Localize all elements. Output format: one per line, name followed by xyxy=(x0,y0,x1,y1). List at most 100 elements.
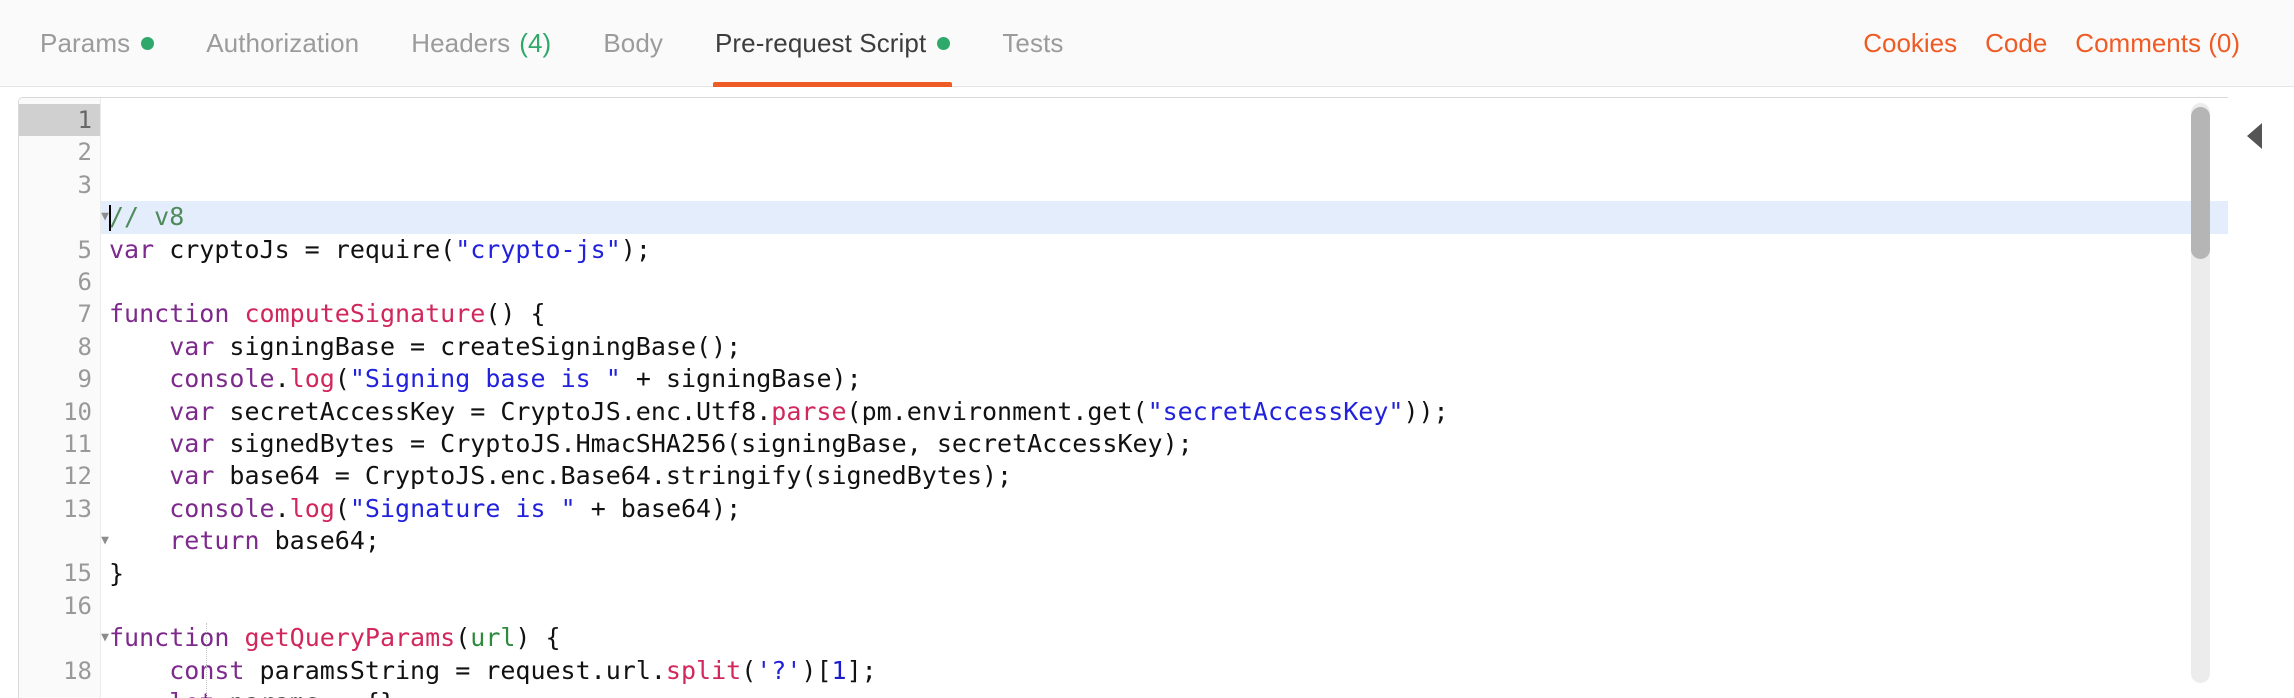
line-number[interactable]: 10 xyxy=(19,396,100,428)
code-token-kw: function xyxy=(109,299,230,329)
code-line[interactable]: function getQueryParams(url) { xyxy=(101,622,2228,654)
code-fold-toggle-icon[interactable]: ▼ xyxy=(97,687,113,698)
line-number[interactable]: ▼ xyxy=(19,525,109,557)
line-number[interactable]: 11 xyxy=(19,428,100,460)
tab-authorization[interactable]: Authorization xyxy=(180,0,385,87)
line-number[interactable]: 3 xyxy=(19,169,100,201)
code-line[interactable] xyxy=(101,590,2228,622)
line-number[interactable]: 9 xyxy=(19,363,100,395)
code-token-plain: cryptoJs = require( xyxy=(154,234,456,264)
request-tab-bar: Params Authorization Headers (4) Body Pre-req… xyxy=(0,0,2294,87)
code-fold-toggle-icon[interactable]: ▼ xyxy=(97,201,113,233)
code-token-plain: )[ xyxy=(801,655,832,685)
code-editor[interactable]: 123▼5678910111213▼1516▼18▼ // v8var cryp… xyxy=(18,97,2228,698)
code-line[interactable]: let params = {}; xyxy=(101,687,2228,698)
code-token-str: "secretAccessKey" xyxy=(1147,396,1404,426)
code-line[interactable]: var signedBytes = CryptoJS.HmacSHA256(si… xyxy=(101,428,2228,460)
editor-vertical-scrollbar[interactable] xyxy=(2191,103,2210,683)
line-number[interactable]: 15 xyxy=(19,557,100,589)
tab-modified-dot-icon xyxy=(937,37,951,50)
editor-scrollbar-thumb[interactable] xyxy=(2191,107,2210,259)
code-token-plain: ( xyxy=(741,655,757,685)
code-line[interactable]: console.log("Signing base is " + signing… xyxy=(101,363,2228,395)
line-number[interactable]: 8 xyxy=(19,331,100,363)
code-token-plain: ( xyxy=(455,623,471,653)
collapse-panel-arrow-icon[interactable] xyxy=(2247,123,2262,149)
line-number[interactable]: ▼ xyxy=(19,622,109,654)
code-token-plain: ); xyxy=(620,234,651,264)
line-number-gutter[interactable]: 123▼5678910111213▼1516▼18▼ xyxy=(19,98,109,698)
line-number[interactable]: 18 xyxy=(19,655,100,687)
code-token-plain: ( xyxy=(334,364,350,394)
code-token-plain: ) { xyxy=(515,623,561,653)
tab-pre-request-script[interactable]: Pre-request Script xyxy=(689,0,976,87)
tab-tests[interactable]: Tests xyxy=(976,0,1089,87)
code-token-fn: parse xyxy=(771,396,847,426)
tab-params[interactable]: Params xyxy=(14,0,180,87)
code-line[interactable]: function computeSignature() { xyxy=(101,298,2228,330)
code-token-plain: paramsString = request.url. xyxy=(244,655,666,685)
code-token-plain: ]; xyxy=(846,655,877,685)
line-number[interactable]: 13 xyxy=(19,493,100,525)
code-line[interactable]: const paramsString = request.url.split('… xyxy=(101,655,2228,687)
code-token-fn: computeSignature xyxy=(244,299,486,329)
code-token-plain: params = {}; xyxy=(214,688,410,698)
tabbar-actions: Cookies Code Comments (0) xyxy=(1849,0,2294,87)
tab-label: Pre-request Script xyxy=(714,28,927,58)
code-token-kw: let xyxy=(169,688,214,698)
code-token-obj: console xyxy=(169,493,275,523)
line-number[interactable]: 12 xyxy=(19,460,100,492)
code-token-fn: log xyxy=(289,364,335,394)
header-link-code[interactable]: Code xyxy=(1971,28,2061,59)
code-line[interactable]: var secretAccessKey = CryptoJS.enc.Utf8.… xyxy=(101,396,2228,428)
code-token-str: "crypto-js" xyxy=(455,234,621,264)
code-line[interactable]: var base64 = CryptoJS.enc.Base64.stringi… xyxy=(101,460,2228,492)
tab-body[interactable]: Body xyxy=(577,0,689,87)
line-number[interactable]: 1 xyxy=(19,104,100,137)
line-number[interactable]: ▼ xyxy=(19,201,109,233)
code-line[interactable]: var cryptoJs = require("crypto-js"); xyxy=(101,234,2228,266)
code-fold-toggle-icon[interactable]: ▼ xyxy=(97,622,113,654)
tab-label: Tests xyxy=(1002,28,1064,58)
line-number[interactable]: 7 xyxy=(19,298,100,330)
line-number[interactable]: 6 xyxy=(19,266,100,298)
request-tabs: Params Authorization Headers (4) Body Pre-req… xyxy=(0,0,1090,87)
tab-label: Params xyxy=(40,28,131,58)
tab-count-badge: (4) xyxy=(519,28,552,58)
line-number[interactable]: ▼ xyxy=(19,687,109,698)
code-token-plain: secretAccessKey = CryptoJS.enc.Utf8. xyxy=(214,396,772,426)
tab-modified-dot-icon xyxy=(141,37,155,50)
code-token-plain: ( xyxy=(334,493,350,523)
code-fold-toggle-icon[interactable]: ▼ xyxy=(97,525,113,557)
header-link-cookies[interactable]: Cookies xyxy=(1849,28,1971,59)
tab-label: Body xyxy=(603,28,663,58)
code-token-str: "Signing base is " xyxy=(349,364,621,394)
header-link-comments-0[interactable]: Comments (0) xyxy=(2061,28,2254,59)
line-number[interactable]: 2 xyxy=(19,136,100,168)
code-token-cmt: // v8 xyxy=(109,202,185,232)
line-number[interactable]: 5 xyxy=(19,234,100,266)
line-number[interactable]: 16 xyxy=(19,590,100,622)
code-token-obj: console xyxy=(169,364,275,394)
code-token-fn: log xyxy=(289,493,335,523)
code-token-str: "Signature is " xyxy=(349,493,576,523)
code-line[interactable] xyxy=(101,266,2228,298)
code-token-plain: } xyxy=(109,558,125,588)
code-token-kw: var xyxy=(169,331,215,361)
code-line[interactable]: return base64; xyxy=(101,525,2228,557)
code-line[interactable]: } xyxy=(101,558,2228,590)
code-line[interactable]: var signingBase = createSigningBase(); xyxy=(101,331,2228,363)
code-token-plain: signingBase = createSigningBase(); xyxy=(214,331,742,361)
code-line[interactable]: console.log("Signature is " + base64); xyxy=(101,493,2228,525)
code-token-plain: () { xyxy=(485,299,546,329)
code-line[interactable]: // v8 xyxy=(101,201,2228,234)
tab-headers[interactable]: Headers (4) xyxy=(385,0,577,87)
code-content[interactable]: // v8 var cryptoJs = require("crypto-js")… xyxy=(101,98,2228,698)
tab-label: Headers xyxy=(411,28,511,58)
